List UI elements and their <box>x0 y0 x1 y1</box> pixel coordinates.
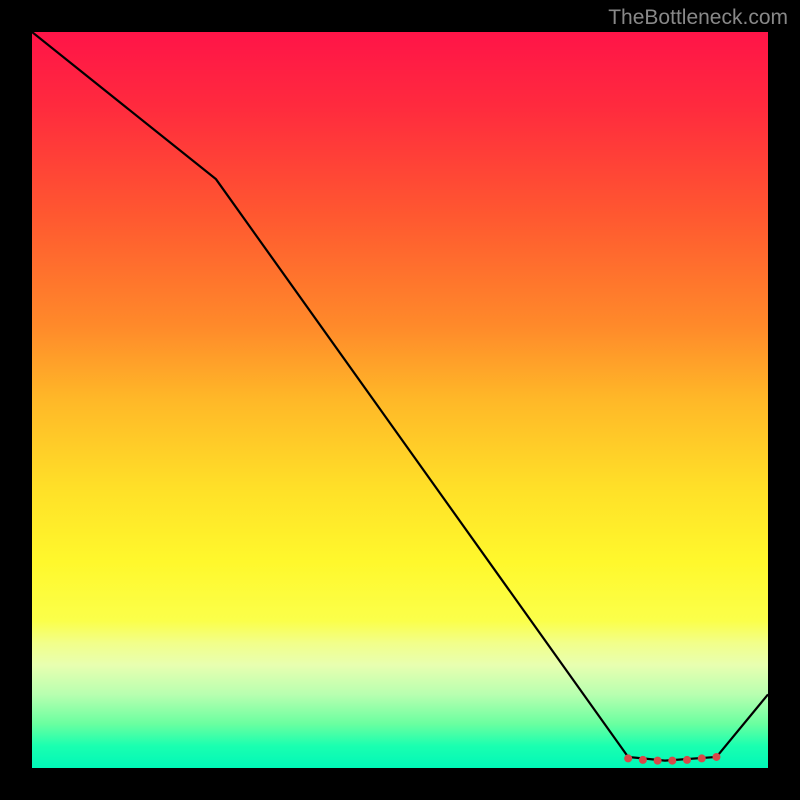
data-marker <box>683 756 691 764</box>
data-marker <box>639 756 647 764</box>
data-marker <box>698 754 706 762</box>
data-marker <box>668 757 676 765</box>
line-series <box>32 32 768 761</box>
attribution-text: TheBottleneck.com <box>608 6 788 30</box>
chart-svg <box>32 32 768 768</box>
data-marker <box>654 757 662 765</box>
data-marker <box>624 754 632 762</box>
chart-plot-area <box>32 32 768 768</box>
data-marker <box>712 753 720 761</box>
